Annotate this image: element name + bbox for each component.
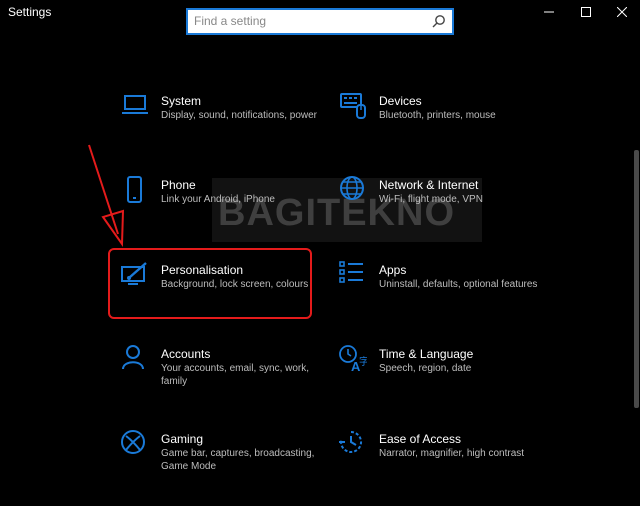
scrollbar[interactable] [634,150,639,408]
annotation-arrow [88,144,125,248]
